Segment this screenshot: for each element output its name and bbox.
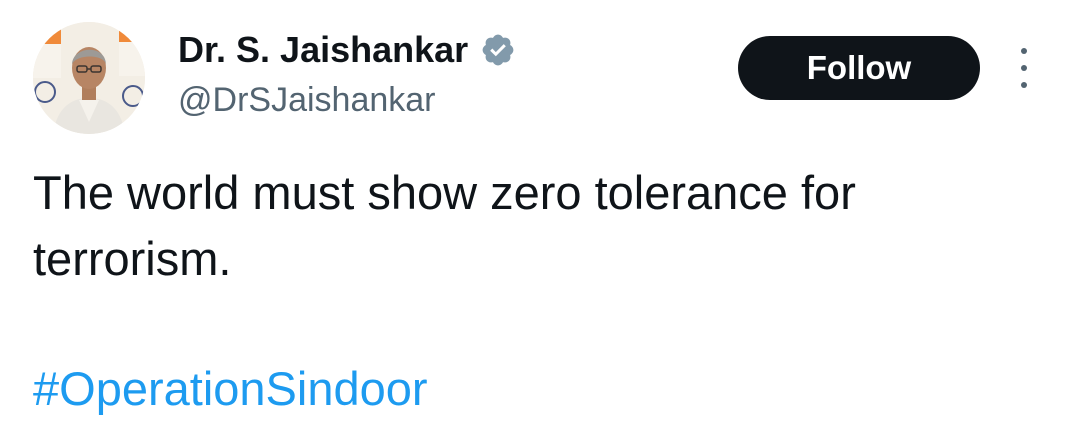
author-avatar[interactable] — [33, 22, 145, 134]
author-display-name[interactable]: Dr. S. Jaishankar — [178, 28, 468, 72]
more-dot — [1021, 82, 1027, 88]
follow-button[interactable]: Follow — [738, 36, 980, 100]
hashtag-link[interactable]: #OperationSindoor — [33, 356, 428, 422]
verified-badge-icon — [480, 32, 516, 68]
tweet-text: The world must show zero tolerance for t… — [33, 166, 856, 285]
more-vertical-icon[interactable] — [1010, 48, 1038, 88]
author-handle[interactable]: @DrSJaishankar — [178, 80, 436, 120]
more-dot — [1021, 48, 1027, 54]
author-name-row[interactable]: Dr. S. Jaishankar — [178, 28, 516, 72]
avatar-photo — [33, 22, 145, 134]
more-dot — [1021, 65, 1027, 71]
